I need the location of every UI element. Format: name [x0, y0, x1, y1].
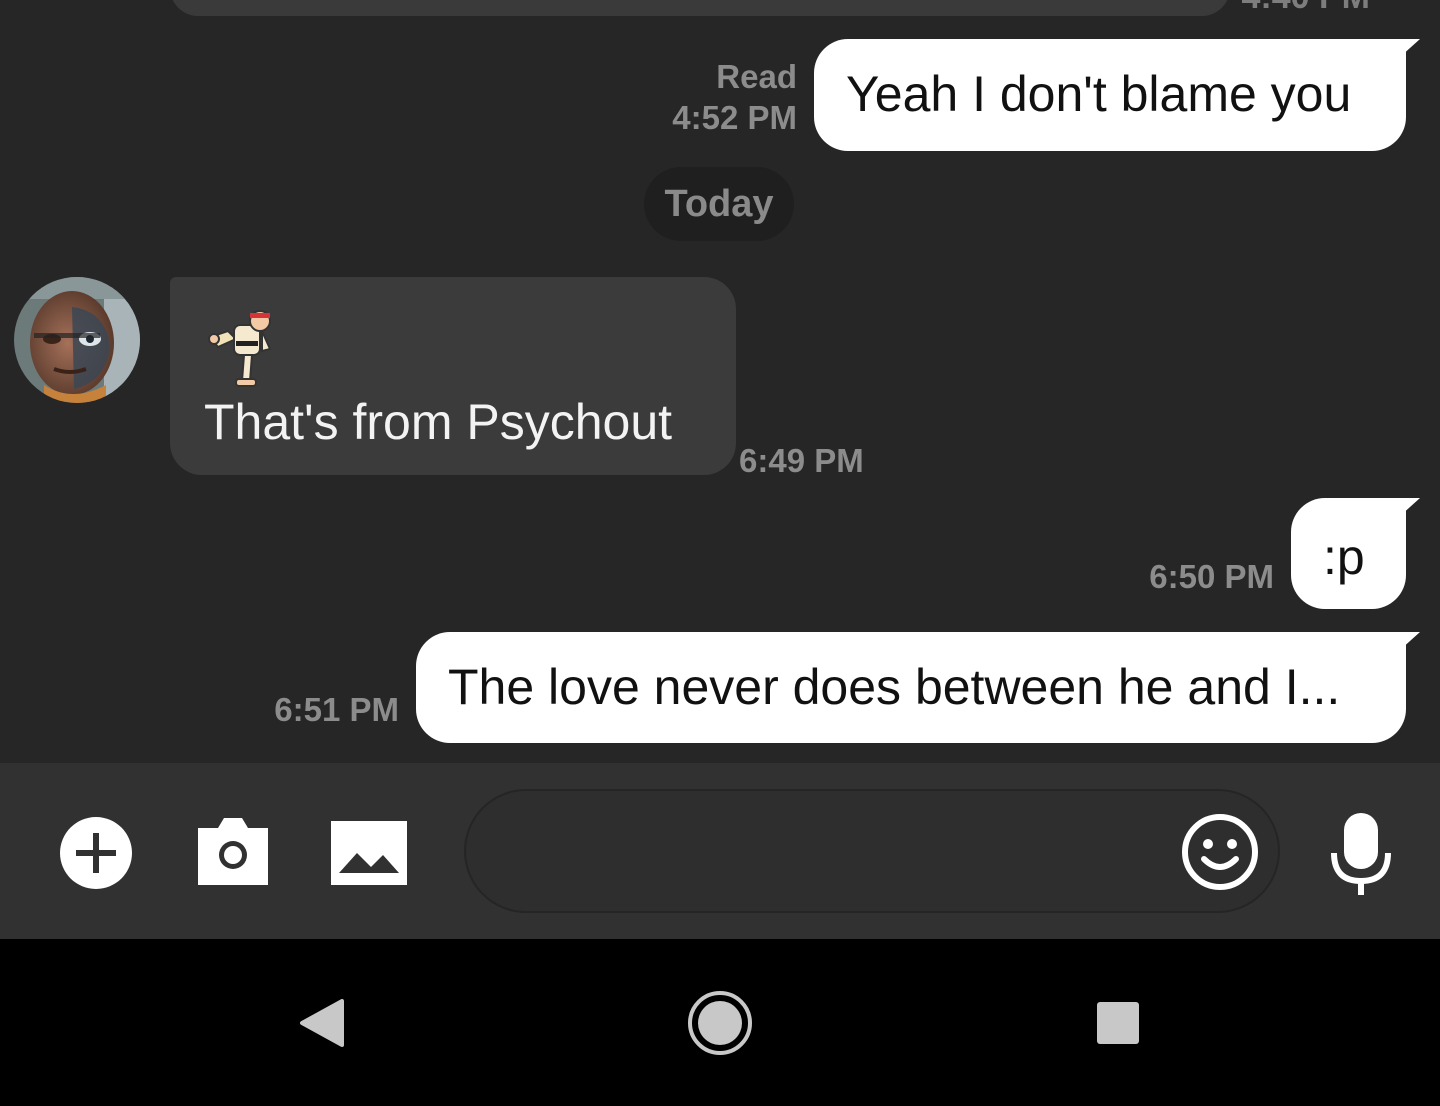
add-button[interactable]	[59, 816, 133, 895]
message-meta: Read 4:52 PM	[672, 56, 797, 138]
plus-circle-icon	[60, 817, 132, 889]
gallery-button[interactable]	[331, 821, 407, 890]
contact-avatar[interactable]	[14, 277, 140, 403]
back-button[interactable]	[298, 999, 344, 1052]
bubble-tail	[1400, 632, 1420, 650]
message-input-container[interactable]	[464, 789, 1280, 913]
message-text: :p	[1323, 529, 1365, 585]
message-text: Yeah I don't blame you	[846, 66, 1352, 122]
smiley-icon	[1182, 814, 1258, 890]
message-time: 6:50 PM	[1149, 558, 1274, 595]
bubble-tail	[1400, 498, 1420, 516]
camera-icon	[198, 818, 268, 885]
microphone-icon	[1331, 813, 1391, 895]
message-input[interactable]	[506, 821, 1170, 883]
outgoing-message-bubble[interactable]: Yeah I don't blame you	[814, 39, 1406, 151]
contact-photo	[14, 277, 140, 403]
outgoing-message-bubble[interactable]: :p	[1291, 498, 1406, 609]
message-time: 4:52 PM	[672, 99, 797, 136]
date-separator: Today	[644, 167, 794, 241]
message-text: That's from Psychout	[204, 394, 673, 450]
previous-message-bubble[interactable]	[170, 0, 1230, 16]
incoming-message-bubble[interactable]: That's from Psychout	[170, 277, 736, 475]
microphone-button[interactable]	[1330, 813, 1392, 900]
message-time: 6:49 PM	[739, 442, 864, 479]
read-status: Read	[716, 58, 797, 95]
bubble-tail	[1400, 39, 1420, 57]
previous-message-time: 4:40 PM	[1242, 0, 1371, 17]
karate-kick-emoji	[206, 307, 282, 392]
back-triangle-icon	[300, 999, 344, 1047]
conversation-area[interactable]: 4:40 PM Read 4:52 PM Yeah I don't blame …	[0, 0, 1440, 763]
message-text: The love never does between he and I...	[448, 659, 1341, 715]
recents-button[interactable]	[1096, 1001, 1140, 1050]
camera-button[interactable]	[196, 818, 270, 891]
system-navigation-bar	[0, 939, 1440, 1106]
home-button[interactable]	[687, 990, 753, 1061]
outgoing-message-bubble[interactable]: The love never does between he and I...	[416, 632, 1406, 743]
recents-square-icon	[1097, 1002, 1139, 1044]
message-time: 6:51 PM	[274, 691, 399, 728]
image-icon	[331, 821, 407, 885]
emoji-button[interactable]	[1181, 813, 1259, 896]
composer-bar	[0, 763, 1440, 939]
home-circle-icon	[688, 991, 752, 1055]
